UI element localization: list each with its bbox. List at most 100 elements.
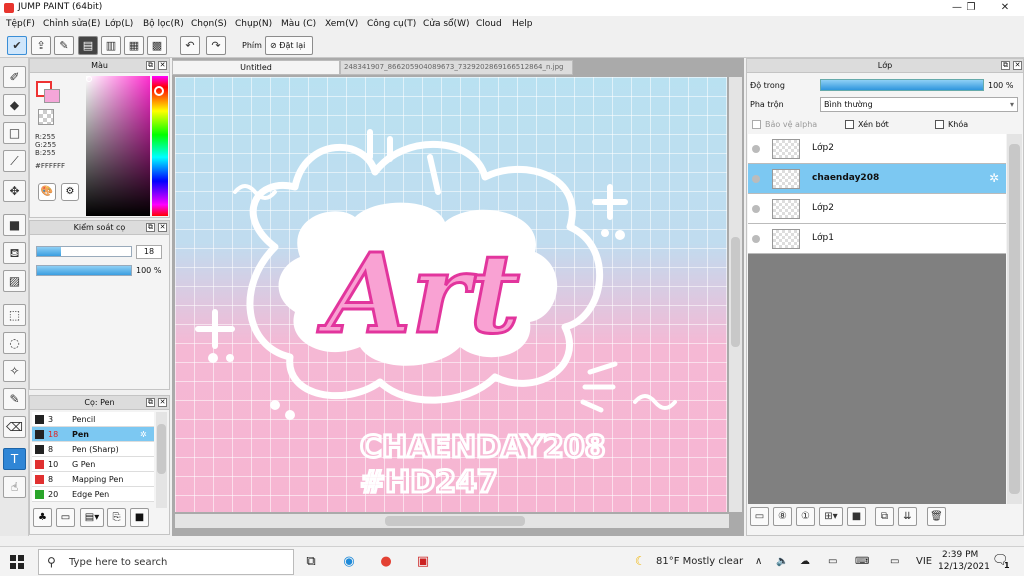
layer-row[interactable]: Lớp1 xyxy=(748,224,1006,254)
speaker-icon[interactable]: 🔈 xyxy=(776,556,788,567)
brush-tool-icon[interactable]: ✐ xyxy=(3,66,26,88)
popout-icon[interactable]: ⧉ xyxy=(1001,61,1010,70)
taskbar-search-box[interactable]: ⚲ Type here to search xyxy=(38,549,294,575)
pen-item[interactable]: 18 Pen ✲ xyxy=(32,427,154,442)
fill-rect-tool-icon[interactable]: ■ xyxy=(3,214,26,236)
language-indicator[interactable]: VIE xyxy=(916,556,932,567)
canvas-vertical-scroll-thumb[interactable] xyxy=(731,237,740,347)
canvas-horizontal-scrollbar[interactable] xyxy=(175,514,729,528)
comment-icon[interactable]: ✎ xyxy=(54,36,74,55)
line-tool-icon[interactable]: ⟋ xyxy=(3,150,26,172)
brush-export-icon[interactable]: ⎘ xyxy=(107,508,126,527)
lock-checkbox[interactable] xyxy=(935,120,944,129)
new-layer-8bit-icon[interactable]: ⑧ xyxy=(773,507,792,526)
undo-icon[interactable]: ↶ xyxy=(180,36,200,55)
brush-folder-icon[interactable]: ■ xyxy=(130,508,149,527)
select-eraser-icon[interactable]: ⌫ xyxy=(3,416,26,438)
blend-mode-select[interactable]: Bình thường ▾ xyxy=(820,97,1018,112)
menu-view[interactable]: Xem(V) xyxy=(325,19,358,29)
menu-edit[interactable]: Chỉnh sửa(E) xyxy=(43,19,100,29)
move-tool-icon[interactable]: ✥ xyxy=(3,180,26,202)
task-view-icon[interactable]: ⧉ xyxy=(300,551,322,573)
merge-layer-icon[interactable]: ⇊ xyxy=(898,507,917,526)
chevron-up-icon[interactable]: ∧ xyxy=(755,556,762,567)
add-layer-menu-icon[interactable]: ⊞▾ xyxy=(819,507,843,526)
menu-help[interactable]: Help xyxy=(512,19,533,29)
hue-slider[interactable] xyxy=(152,76,168,216)
popout-icon[interactable]: ⧉ xyxy=(146,398,155,407)
layer-settings-icon[interactable]: ✲ xyxy=(989,171,999,185)
transparent-color-swatch[interactable] xyxy=(38,109,54,125)
lasso-tool-icon[interactable]: ◌ xyxy=(3,332,26,354)
magic-wand-icon[interactable]: ✧ xyxy=(3,360,26,382)
bucket-tool-icon[interactable]: ⛾ xyxy=(3,242,26,264)
pen-list-scroll-thumb[interactable] xyxy=(157,424,166,474)
hand-tool-icon[interactable]: ☝ xyxy=(3,476,26,498)
select-pen-icon[interactable]: ✎ xyxy=(3,388,26,410)
battery-icon[interactable]: ▭ xyxy=(828,556,837,567)
menu-layer[interactable]: Lớp(L) xyxy=(105,19,133,29)
page-icon[interactable]: ▥ xyxy=(101,36,121,55)
cloud-icon[interactable]: ☁ xyxy=(800,556,810,567)
clip-checkbox[interactable] xyxy=(845,120,854,129)
check-icon[interactable]: ✔ xyxy=(7,36,27,55)
brush-menu-icon[interactable]: ▤▾ xyxy=(80,508,104,527)
layer-row[interactable]: Lớp2 xyxy=(748,134,1006,164)
clock-date[interactable]: 12/13/2021 xyxy=(938,562,990,572)
pen-item[interactable]: 8 Mapping Pen xyxy=(32,472,154,487)
display-icon[interactable]: ▭ xyxy=(890,556,899,567)
layer-folder-icon[interactable]: ■ xyxy=(847,507,866,526)
layer-visibility-icon[interactable] xyxy=(752,205,760,213)
new-layer-1bit-icon[interactable]: ① xyxy=(796,507,815,526)
grid-icon[interactable]: ▩ xyxy=(147,36,167,55)
clock-time[interactable]: 2:39 PM xyxy=(942,550,978,560)
pen-item[interactable]: 20 Edge Pen xyxy=(32,487,154,502)
layer-row[interactable]: Lớp2 xyxy=(748,194,1006,224)
menu-select[interactable]: Chọn(S) xyxy=(191,19,227,29)
new-brush-icon[interactable]: ▭ xyxy=(56,508,75,527)
close-icon[interactable]: ✕ xyxy=(158,61,167,70)
pen-item[interactable]: 3 Pencil xyxy=(32,412,154,427)
popout-icon[interactable]: ⧉ xyxy=(146,223,155,232)
gradient-tool-icon[interactable]: ▨ xyxy=(3,270,26,292)
eraser-tool-icon[interactable]: ◆ xyxy=(3,94,26,116)
palette-settings-icon[interactable]: ⚙ xyxy=(61,183,79,201)
canvas-tab-untitled[interactable]: Untitled xyxy=(172,60,340,75)
redo-icon[interactable]: ↷ xyxy=(206,36,226,55)
panel-icon[interactable]: ▦ xyxy=(124,36,144,55)
menu-file[interactable]: Tệp(F) xyxy=(6,19,35,29)
layer-visibility-icon[interactable] xyxy=(752,145,760,153)
pen-item[interactable]: 10 G Pen xyxy=(32,457,154,472)
pen-list-scrollbar[interactable] xyxy=(156,412,167,508)
message-icon[interactable]: ▤ xyxy=(78,36,98,55)
brush-opacity-slider[interactable] xyxy=(36,265,132,276)
layer-opacity-slider[interactable] xyxy=(820,79,984,91)
close-icon[interactable]: ✕ xyxy=(988,0,1022,16)
brush-size-slider[interactable] xyxy=(36,246,132,257)
layer-visibility-icon[interactable] xyxy=(752,235,760,243)
menu-cloud[interactable]: Cloud xyxy=(476,19,502,29)
sv-cursor[interactable] xyxy=(86,76,92,82)
menu-filter[interactable]: Bộ lọc(R) xyxy=(143,19,184,29)
close-icon[interactable]: ✕ xyxy=(158,223,167,232)
canvas-tab-image[interactable]: 248341907_866205904089673_73292028691665… xyxy=(340,60,573,75)
layers-scroll-thumb[interactable] xyxy=(1009,144,1020,494)
keyboard-icon[interactable]: ⌨ xyxy=(855,556,869,567)
pen-item[interactable]: 8 Pen (Sharp) xyxy=(32,442,154,457)
share-icon[interactable]: ⇪ xyxy=(31,36,51,55)
text-tool-icon[interactable]: T xyxy=(3,448,26,470)
duplicate-layer-icon[interactable]: ⧉ xyxy=(875,507,894,526)
artwork-canvas[interactable]: Art CHAENDAY208 #HD247 xyxy=(175,77,727,512)
layer-visibility-icon[interactable] xyxy=(752,175,760,183)
canvas-vertical-scrollbar[interactable] xyxy=(729,77,742,512)
brush-add-icon[interactable]: ♣ xyxy=(33,508,52,527)
canvas-horizontal-scroll-thumb[interactable] xyxy=(385,516,525,526)
palette-icon[interactable]: 🎨 xyxy=(38,183,56,201)
menu-capture[interactable]: Chụp(N) xyxy=(235,19,272,29)
brush-size-value[interactable]: 18 xyxy=(136,245,162,259)
popout-icon[interactable]: ⧉ xyxy=(146,61,155,70)
maximize-icon[interactable]: ❐ xyxy=(954,0,988,16)
select-rect-icon[interactable]: ⬚ xyxy=(3,304,26,326)
close-icon[interactable]: ✕ xyxy=(1013,61,1022,70)
windows-start-icon[interactable] xyxy=(10,555,24,569)
